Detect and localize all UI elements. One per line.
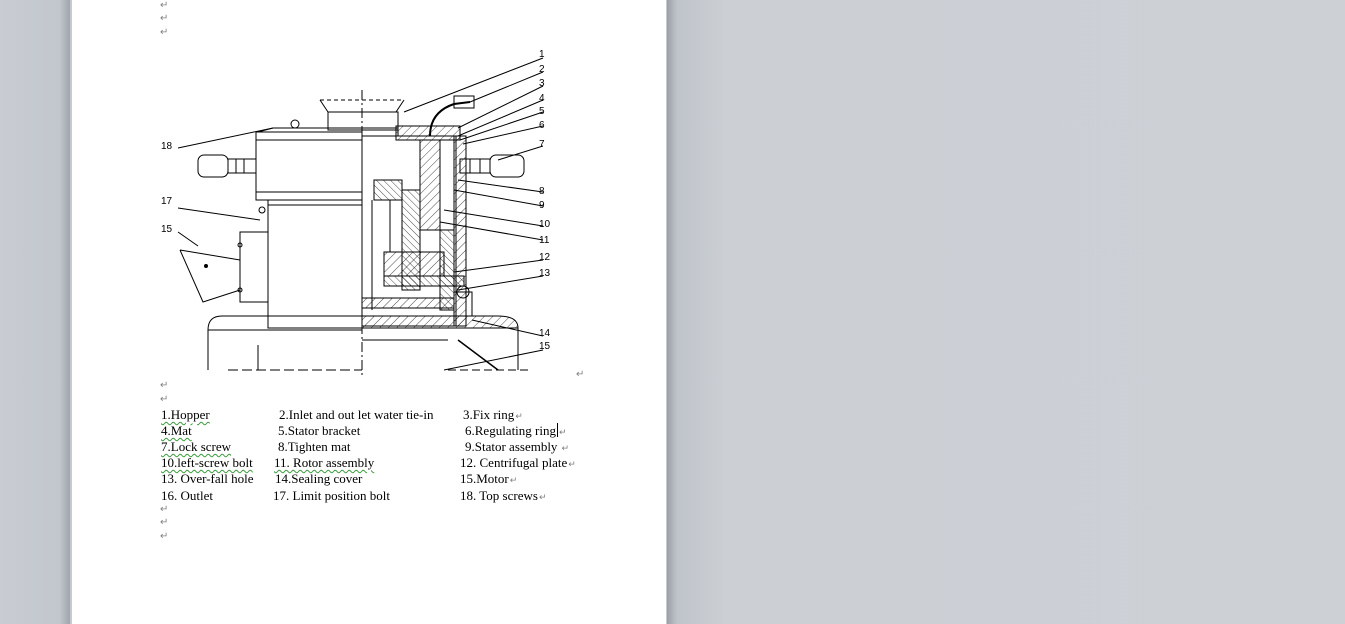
legend-item: 8.Tighten mat <box>278 439 351 454</box>
paragraph-mark: ↵ <box>160 504 169 515</box>
callout-4: 4 <box>539 93 545 104</box>
paragraph-mark: ↵ <box>160 27 169 38</box>
callout-3: 3 <box>539 78 545 89</box>
callout-5: 5 <box>539 106 545 117</box>
callout-18: 18 <box>161 141 173 152</box>
paragraph-mark: ↵ <box>160 517 169 528</box>
callout-7: 7 <box>539 139 545 150</box>
callout-6: 6 <box>539 120 545 131</box>
machine-cross-section-drawing: 1 2 3 4 5 6 7 8 9 10 11 12 13 14 15 18 1… <box>161 49 551 375</box>
legend-item: 11. Rotor assembly <box>274 455 375 470</box>
callout-1: 1 <box>539 49 545 60</box>
legend-row-5: 13. Over-fall hole 14.Sealing cover 15.M… <box>72 471 666 487</box>
legend-item: 5.Stator bracket <box>278 423 361 438</box>
callout-15: 15 <box>539 341 551 352</box>
legend-row-3: 7.Lock screw 8.Tighten mat 9.Stator asse… <box>72 439 666 455</box>
legend-row-1: 1.Hopper 2.Inlet and out let water tie-i… <box>72 407 666 423</box>
text-cursor <box>557 423 558 437</box>
legend-item: 1.Hopper <box>161 407 210 422</box>
callout-15-left: 15 <box>161 224 173 235</box>
paragraph-mark: ↵ <box>160 13 169 24</box>
callout-8: 8 <box>539 186 545 197</box>
legend-row-4: 10.left-screw bolt 11. Rotor assembly 12… <box>72 455 666 471</box>
legend-item: 10.left-screw bolt <box>161 455 253 470</box>
workspace-left <box>0 0 70 624</box>
callout-9: 9 <box>539 200 545 211</box>
paragraph-mark: ↵ <box>160 380 169 391</box>
paragraph-mark: ↵ <box>160 531 169 542</box>
callout-2: 2 <box>539 64 545 75</box>
legend-row-2: 4.Mat 5.Stator bracket 6.Regulating ring… <box>72 423 666 439</box>
legend-item: 7.Lock screw <box>161 439 232 454</box>
legend-item: 13. Over-fall hole <box>161 471 254 486</box>
legend-item: 14.Sealing cover <box>275 471 363 486</box>
callout-11: 11 <box>539 235 550 246</box>
callout-10: 10 <box>539 219 551 230</box>
legend-item: 18. Top screws↵ <box>460 488 547 503</box>
legend-row-6: 16. Outlet 17. Limit position bolt 18. T… <box>72 488 666 504</box>
paragraph-mark: ↵ <box>576 369 585 380</box>
callout-12: 12 <box>539 252 551 263</box>
paragraph-mark: ↵ <box>160 0 169 11</box>
legend-item: 17. Limit position bolt <box>273 488 391 503</box>
paragraph-mark: ↵ <box>160 394 169 405</box>
legend-item: 16. Outlet <box>161 488 213 503</box>
callout-13: 13 <box>539 268 551 279</box>
callout-17: 17 <box>161 196 173 207</box>
workspace-right <box>667 0 1345 624</box>
callout-14: 14 <box>539 328 551 339</box>
legend-item: 4.Mat <box>161 423 192 438</box>
legend-item: 2.Inlet and out let water tie-in <box>279 407 434 422</box>
legend-item: 15.Motor↵ <box>460 471 518 486</box>
